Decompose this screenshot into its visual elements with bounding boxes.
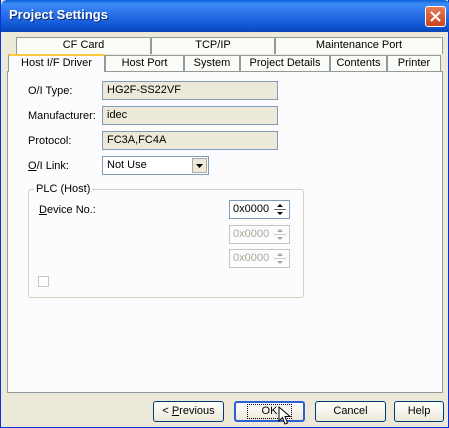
close-button[interactable]	[425, 6, 446, 27]
spin-arrows-icon	[273, 251, 288, 266]
oi-link-select[interactable]: Not Use	[102, 156, 209, 175]
oi-type-label: O/I Type:	[28, 85, 73, 97]
previous-button-prefix: <	[162, 405, 172, 417]
previous-button-label: revious	[179, 405, 215, 417]
plc-host-group-label: PLC (Host)	[34, 183, 93, 195]
mouse-cursor-icon	[278, 406, 292, 425]
protocol-label: Protocol:	[28, 135, 72, 147]
tab-host-if-driver[interactable]: Host I/F Driver	[8, 54, 105, 72]
tab-label: Project Details	[249, 57, 321, 69]
tab-label: Printer	[397, 57, 431, 69]
tab-system[interactable]: System	[184, 55, 240, 72]
manufacturer-field: idec	[102, 106, 278, 125]
device-no-spinner-3: 0x0000	[229, 249, 290, 268]
title-bar[interactable]: Project Settings	[1, 0, 449, 32]
previous-button[interactable]: < Previous	[153, 401, 224, 422]
tab-printer[interactable]: Printer	[387, 55, 441, 72]
plc-option-checkbox[interactable]	[38, 276, 49, 287]
ok-button[interactable]: OK	[234, 401, 305, 422]
tab-label: System	[193, 57, 231, 69]
help-button[interactable]: Help	[394, 401, 444, 422]
tab-maintenance-port[interactable]: Maintenance Port	[275, 37, 443, 54]
oi-type-field: HG2F-SS22VF	[102, 81, 278, 100]
device-no-value-1: 0x0000	[233, 203, 270, 215]
device-no-label-text: evice No.:	[46, 204, 96, 216]
oi-link-value: Not Use	[107, 159, 147, 171]
device-no-spinner-1[interactable]: 0x0000	[229, 200, 290, 219]
device-no-value-3: 0x0000	[233, 252, 270, 264]
protocol-field: FC3A,FC4A	[102, 131, 278, 150]
tab-label: Contents	[336, 57, 381, 69]
tab-label: Host Port	[121, 57, 168, 69]
oi-link-label: O/I Link:	[28, 160, 69, 172]
spin-arrows-icon	[273, 227, 288, 242]
tab-host-port[interactable]: Host Port	[105, 55, 184, 72]
device-no-value-2: 0x0000	[233, 228, 270, 240]
spin-arrows-icon[interactable]	[273, 202, 288, 217]
oi-link-label-accesskey: O	[28, 160, 37, 172]
device-no-label: Device No.:	[39, 204, 96, 216]
tab-label: Host I/F Driver	[21, 57, 92, 69]
cancel-button[interactable]: Cancel	[315, 401, 386, 422]
tab-tcp-ip[interactable]: TCP/IP	[151, 37, 275, 54]
manufacturer-label: Manufacturer:	[28, 110, 96, 122]
tab-contents[interactable]: Contents	[330, 55, 387, 72]
window-title: Project Settings	[9, 7, 108, 22]
device-no-spinner-2: 0x0000	[229, 225, 290, 244]
chevron-down-icon[interactable]	[192, 158, 207, 173]
close-icon	[430, 11, 441, 22]
tab-label: Maintenance Port	[315, 39, 403, 51]
tab-label: TCP/IP	[195, 39, 231, 51]
help-button-label: Help	[407, 405, 431, 417]
oi-link-label-text: /I Link:	[36, 160, 69, 172]
cancel-button-label: Cancel	[333, 405, 368, 417]
tab-cf-card[interactable]: CF Card	[16, 37, 151, 54]
project-settings-dialog: Project Settings CF Card TCP/IP Maintena…	[0, 0, 449, 428]
tab-project-details[interactable]: Project Details	[240, 55, 330, 72]
tab-label: CF Card	[62, 39, 105, 51]
device-no-label-accesskey: D	[39, 204, 47, 216]
